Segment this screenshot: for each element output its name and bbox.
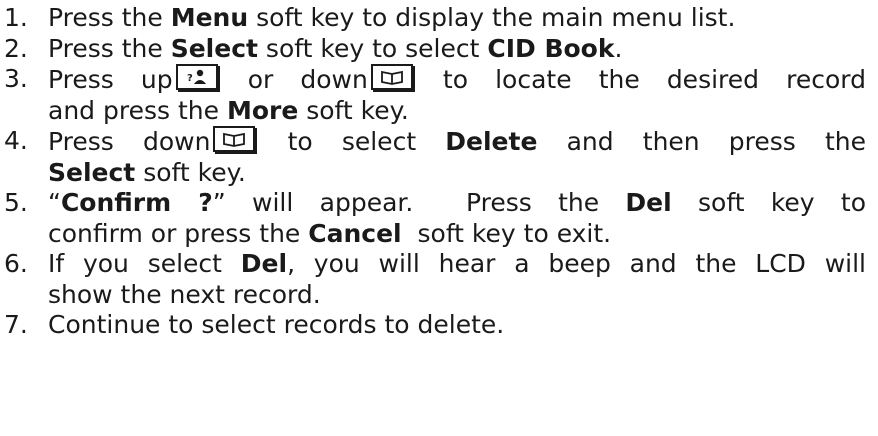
step-line: Press up? or down to locate the desired …	[48, 64, 866, 96]
step-number: 5.	[4, 188, 28, 217]
instruction-list: 1. Press the Menu soft key to display th…	[4, 3, 866, 341]
step-number: 6.	[4, 249, 28, 278]
text: Press up	[48, 65, 173, 94]
step-3: 3. Press up? or down to locate the desir…	[4, 64, 866, 126]
step-number: 2.	[4, 33, 28, 63]
step-4: 4. Press down to select Delete and then …	[4, 126, 866, 188]
step-number: 3.	[4, 64, 28, 93]
text: soft key to select	[257, 33, 488, 63]
text: to locate the desired record	[415, 65, 866, 94]
step-5: 5. “Confirm ?” will appear. Press the De…	[4, 188, 866, 249]
text: “	[48, 188, 61, 217]
del-key-label: Del	[625, 188, 672, 217]
text: If you select	[48, 249, 241, 278]
select-key-label: Select	[170, 33, 258, 63]
step-1: 1. Press the Menu soft key to display th…	[4, 3, 866, 34]
text: Continue to select records to delete.	[48, 310, 505, 339]
text: .	[614, 33, 623, 63]
step-text: “Confirm ?” will appear. Press the Del s…	[48, 188, 866, 249]
menu-key-label: Menu	[170, 3, 249, 32]
step-line: “Confirm ?” will appear. Press the Del s…	[48, 188, 866, 219]
svg-text:?: ?	[187, 73, 193, 84]
more-key-label: More	[226, 95, 299, 125]
text: and then press the	[537, 127, 867, 156]
step-7: 7. Continue to select records to delete.	[4, 310, 866, 341]
text: confirm or press the	[48, 218, 309, 248]
del-key-label: Del	[240, 249, 288, 278]
step-2: 2. Press the Select soft key to select C…	[4, 34, 866, 65]
step-text: Press the Menu soft key to display the m…	[48, 3, 866, 34]
step-number: 4.	[4, 126, 28, 155]
delete-label: Delete	[445, 127, 538, 156]
step-line: confirm or press the Cancel soft key to …	[48, 219, 866, 250]
text: Press down	[48, 127, 211, 156]
text: to select	[258, 127, 446, 156]
text: ” will appear. Press the	[212, 188, 626, 217]
step-line: Press down to select Delete and then pre…	[48, 126, 866, 158]
text: show the next record.	[48, 279, 321, 309]
text: and press the	[48, 95, 227, 125]
step-text: If you select Del, you will hear a beep …	[48, 249, 866, 310]
cid-book-label: CID Book	[487, 33, 615, 63]
step-line: show the next record.	[48, 280, 866, 311]
step-line: If you select Del, you will hear a beep …	[48, 249, 866, 280]
step-number: 7.	[4, 310, 28, 339]
caller-id-up-key-icon: ?	[175, 64, 218, 90]
step-text: Continue to select records to delete.	[48, 310, 866, 341]
text: Press the	[48, 33, 171, 63]
cancel-key-label: Cancel	[308, 218, 402, 248]
text: soft key.	[135, 157, 246, 187]
step-number: 1.	[4, 3, 28, 32]
step-text: Press the Select soft key to select CID …	[48, 34, 866, 65]
phonebook-down-key-icon	[213, 126, 256, 152]
text: soft key to display the main menu list.	[248, 3, 736, 32]
step-line: Select soft key.	[48, 158, 866, 189]
step-text: Press down to select Delete and then pre…	[48, 126, 866, 188]
phonebook-down-key-icon	[370, 64, 413, 90]
confirm-prompt: Confirm ?	[60, 188, 213, 217]
step-line: and press the More soft key.	[48, 96, 866, 127]
select-key-label: Select	[48, 157, 136, 187]
text: , you will hear a beep and the LCD will	[287, 249, 867, 278]
step-6: 6. If you select Del, you will hear a be…	[4, 249, 866, 310]
text: Press the	[48, 3, 171, 32]
step-text: Press up? or down to locate the desired …	[48, 64, 866, 126]
text: soft key to	[671, 188, 866, 217]
text: or down	[220, 65, 368, 94]
text: soft key.	[298, 95, 409, 125]
text: soft key to exit.	[401, 218, 612, 248]
